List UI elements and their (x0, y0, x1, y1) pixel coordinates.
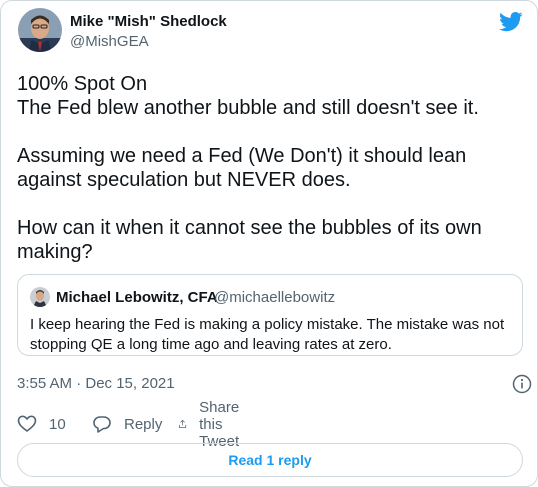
quoted-author-name: Michael Lebowitz, CFA (56, 289, 218, 306)
quoted-tweet[interactable]: Michael Lebowitz, CFA @michaellebowitz I… (17, 274, 523, 356)
share-icon (179, 419, 187, 429)
author-handle[interactable]: @MishGEA (70, 33, 149, 50)
tweet-card: Mike "Mish" Shedlock @MishGEA 100% Spot … (0, 0, 538, 487)
like-button[interactable]: 10 (17, 413, 66, 435)
author-avatar[interactable] (18, 8, 62, 52)
quoted-tweet-text: I keep hearing the Fed is making a polic… (30, 316, 505, 353)
read-replies-button[interactable]: Read 1 reply (17, 443, 523, 477)
share-label: Share this Tweet (199, 398, 240, 450)
tweet-text: 100% Spot On The Fed blew another bubble… (17, 72, 527, 264)
quoted-author-avatar (30, 287, 50, 307)
tweet-paragraph: Assuming we need a Fed (We Don't) it sho… (17, 145, 472, 191)
reply-icon (93, 416, 111, 433)
reply-button[interactable]: Reply (92, 413, 162, 435)
heart-icon (17, 415, 37, 432)
info-icon[interactable] (512, 374, 532, 394)
reply-label: Reply (124, 415, 163, 433)
twitter-logo-icon[interactable] (499, 12, 523, 32)
quoted-author-handle: @michaellebowitz (214, 289, 336, 306)
like-count: 10 (49, 415, 66, 433)
tweet-timestamp[interactable]: 3:55 AM · Dec 15, 2021 (17, 375, 175, 392)
tweet-paragraph: 100% Spot On The Fed blew another bubble… (17, 73, 479, 119)
tweet-paragraph: How can it when it cannot see the bubble… (17, 217, 488, 263)
share-button[interactable]: Share this Tweet (178, 399, 250, 450)
author-name[interactable]: Mike "Mish" Shedlock (70, 13, 227, 30)
